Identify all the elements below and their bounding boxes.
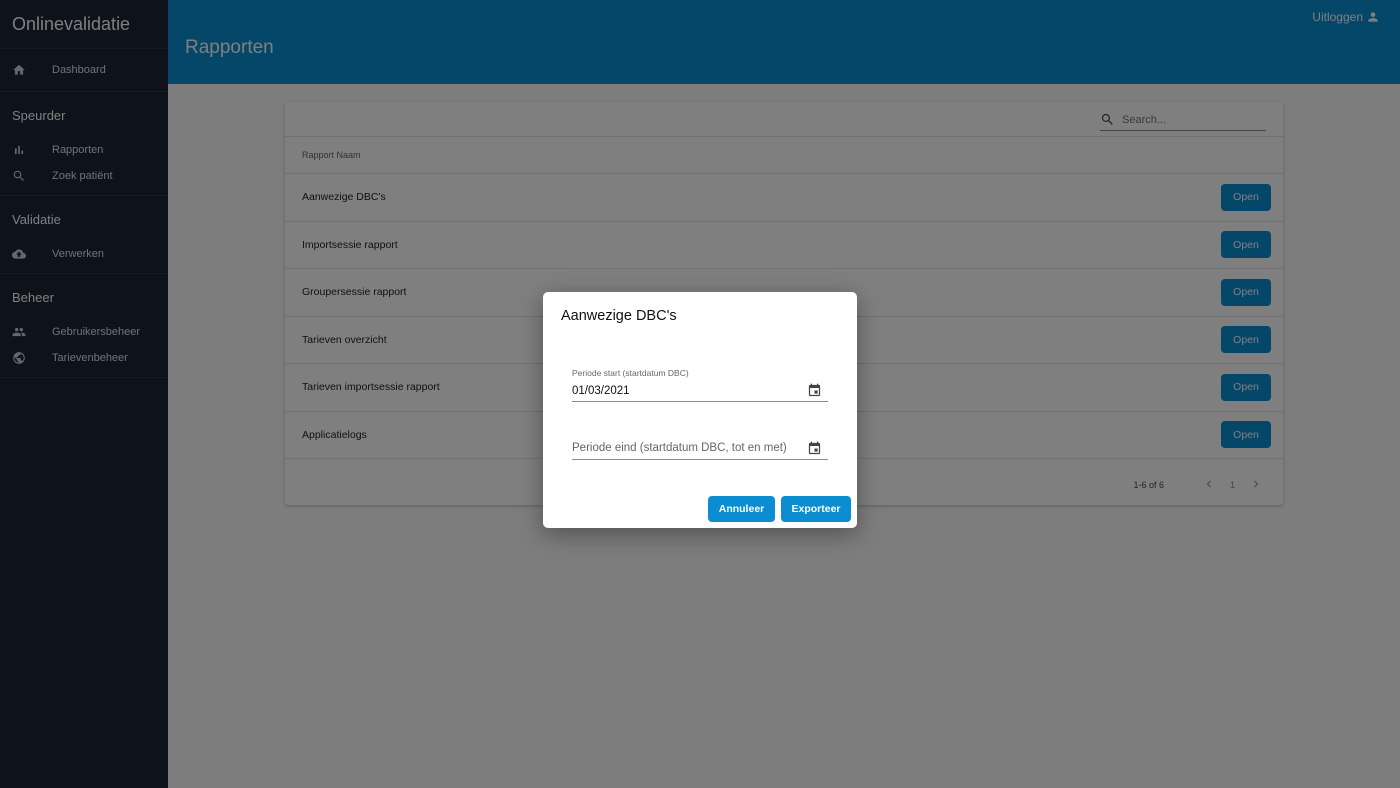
dialog-title: Aanwezige DBC's [561,308,677,324]
period-start-label: Periode start (startdatum DBC) [572,368,689,378]
export-dialog: Aanwezige DBC's Periode start (startdatu… [543,292,857,528]
period-start-value: 01/03/2021 [572,385,630,397]
period-end-placeholder: Periode eind (startdatum DBC, tot en met… [572,442,787,454]
export-button[interactable]: Exporteer [781,496,851,522]
calendar-icon[interactable] [807,441,822,456]
period-start-field[interactable]: Periode start (startdatum DBC) 01/03/202… [572,368,828,402]
calendar-icon[interactable] [807,383,822,398]
cancel-button[interactable]: Annuleer [708,496,775,522]
period-end-field[interactable]: Periode eind (startdatum DBC, tot en met… [572,434,828,460]
